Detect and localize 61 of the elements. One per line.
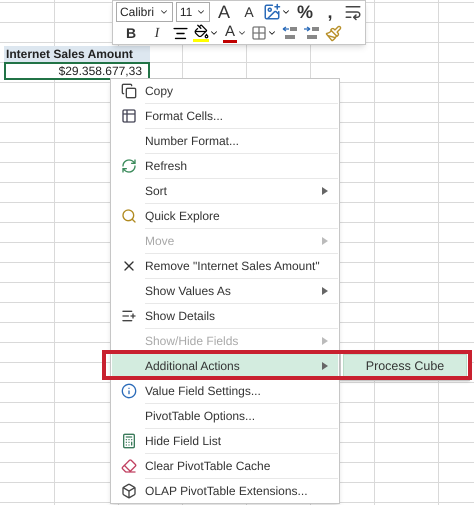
arrow-left-icon[interactable] <box>281 25 299 41</box>
submenu-item[interactable]: Process Cube <box>343 354 467 378</box>
menu-item[interactable]: Number Format... <box>112 129 338 153</box>
menu-item-label: Clear PivotTable Cache <box>145 458 272 475</box>
font-color-button[interactable]: A <box>223 23 247 43</box>
menu-item[interactable]: Show Values As <box>112 279 338 303</box>
info-icon <box>120 383 136 399</box>
menu-item-label: Quick Explore <box>145 208 221 225</box>
arrow-right-icon[interactable] <box>303 25 321 41</box>
italic-button[interactable]: I <box>146 23 168 43</box>
menu-item-label: OLAP PivotTable Extensions... <box>145 483 309 500</box>
menu-item-label: Show/Hide Fields <box>145 333 240 350</box>
menu-item[interactable]: Refresh <box>112 154 338 178</box>
format-button[interactable]: % <box>294 2 316 22</box>
submenu-arrow-icon <box>322 237 328 245</box>
paint-bucket-icon[interactable] <box>193 23 219 43</box>
selected-cell[interactable]: $29.358.677,33 <box>4 62 150 80</box>
menu-item-label: Format Cells... <box>145 108 224 125</box>
menu-item-label: Show Values As <box>145 283 232 300</box>
cube-icon <box>120 483 136 499</box>
menu-item-label: Move <box>145 233 176 250</box>
menu-item[interactable]: Hide Field List <box>112 429 338 453</box>
menu-item-label: PivotTable Options... <box>145 408 256 425</box>
calculator-icon <box>120 433 136 449</box>
eraser-icon <box>120 458 136 474</box>
shrink-font-button[interactable]: A <box>238 2 260 22</box>
menu-item[interactable]: Show Details <box>112 304 338 328</box>
menu-item-label: Hide Field List <box>145 433 222 450</box>
refresh-icon <box>120 158 136 174</box>
menu-item-label: Show Details <box>145 308 216 325</box>
submenu-arrow-icon <box>322 287 328 295</box>
menu-item[interactable]: Copy <box>112 79 338 103</box>
menu-item[interactable]: Value Field Settings... <box>112 379 338 403</box>
menu-item[interactable]: OLAP PivotTable Extensions... <box>112 479 338 503</box>
font-name-dropdown[interactable]: Calibri <box>116 2 173 22</box>
menu-item-label: Copy <box>145 83 174 100</box>
bold-button[interactable]: B <box>120 23 142 43</box>
menu-item-label: Refresh <box>145 158 188 175</box>
table-icon <box>120 108 136 124</box>
menu-item-label: Additional Actions <box>145 358 241 375</box>
list-plus-icon <box>120 308 136 324</box>
font-size-dropdown[interactable]: 11 <box>176 2 210 22</box>
menu-item[interactable]: Sort <box>112 179 338 203</box>
copy-icon <box>120 83 136 99</box>
search-icon <box>120 208 136 224</box>
submenu-arrow-icon <box>322 187 328 195</box>
menu-item[interactable]: Clear PivotTable Cache <box>112 454 338 478</box>
menu-item-label: Remove "Internet Sales Amount" <box>145 258 321 275</box>
menu-item-label: Number Format... <box>145 133 240 150</box>
format-button[interactable]: , <box>319 2 341 22</box>
menu-item[interactable]: PivotTable Options... <box>112 404 338 428</box>
submenu-arrow-icon <box>322 337 328 345</box>
grow-font-button[interactable]: A <box>213 2 235 22</box>
submenu-arrow-icon <box>322 362 328 370</box>
menu-item[interactable]: Additional Actions <box>112 354 338 378</box>
menu-item[interactable]: Remove "Internet Sales Amount" <box>112 254 338 278</box>
menu-item-label: Sort <box>145 183 168 200</box>
menu-item[interactable]: Quick Explore <box>112 204 338 228</box>
menu-item[interactable]: Format Cells... <box>112 104 338 128</box>
menu-item-label: Value Field Settings... <box>145 383 262 400</box>
column-header-cell: Internet Sales Amount <box>4 46 150 62</box>
